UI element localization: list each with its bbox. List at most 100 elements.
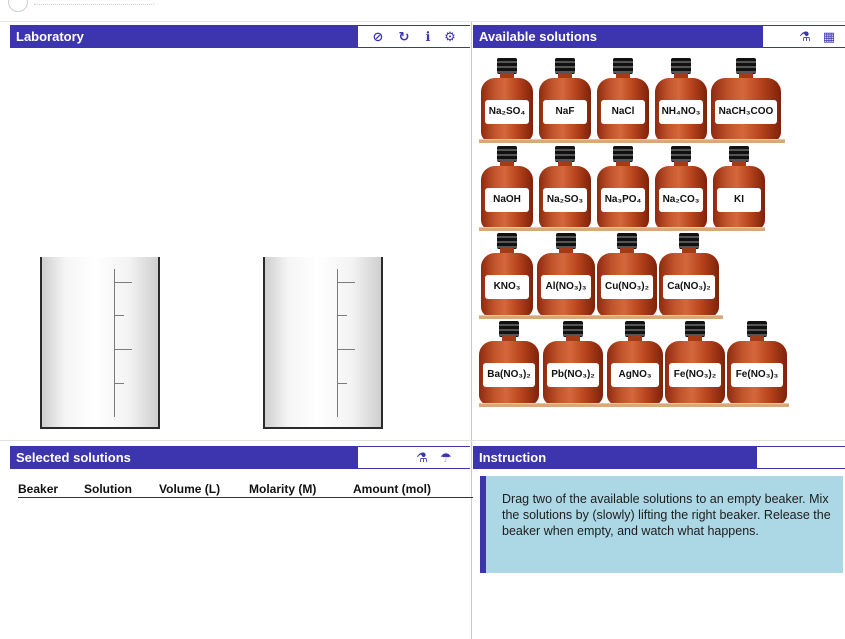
bottle-cap — [555, 58, 575, 74]
column-beaker: Beaker — [18, 482, 59, 496]
bottle-cap — [729, 146, 749, 162]
reset-icon[interactable]: ⊘ — [370, 26, 386, 47]
top-strip — [0, 0, 845, 22]
bottle-label: Fe(NO₃)₂ — [669, 363, 721, 387]
bottle-label: Al(NO₃)₃ — [541, 275, 591, 299]
instruction-box: Drag two of the available solutions to a… — [480, 476, 843, 573]
bottle-label: Na₂SO₃ — [543, 188, 587, 212]
selected-solutions-header: Selected solutions ⚗ ☂ — [10, 446, 470, 469]
bottle-cap — [497, 58, 517, 74]
bottle-na2so4[interactable]: Na₂SO₄ — [481, 58, 533, 142]
table-icon[interactable]: ▦ — [821, 26, 837, 47]
laboratory-header: Laboratory ⊘ ↻ ℹ ⚙ — [10, 25, 470, 48]
bottle-cap — [679, 233, 699, 249]
bottle-label: NaOH — [485, 188, 529, 212]
bottle-feno32[interactable]: Fe(NO₃)₂ — [665, 321, 725, 405]
bottle-cap — [499, 321, 519, 337]
scale-tick — [114, 383, 124, 384]
menu-icon[interactable] — [8, 0, 28, 12]
bottle-label: Na₂CO₃ — [659, 188, 703, 212]
instruction-text: Drag two of the available solutions to a… — [502, 492, 831, 538]
beaker-scale — [337, 269, 338, 417]
bottle-alno33[interactable]: Al(NO₃)₃ — [537, 233, 595, 317]
bottle-label: NaF — [543, 100, 587, 124]
available-solutions-toolbar: ⚗ ▦ — [763, 26, 845, 47]
column-molarity: Molarity (M) — [249, 482, 317, 496]
bottle-kno3[interactable]: KNO₃ — [481, 233, 533, 317]
flask-icon[interactable]: ⚗ — [414, 447, 430, 468]
instruction-title: Instruction — [479, 450, 547, 465]
bottle-na2co3[interactable]: Na₂CO₃ — [655, 146, 707, 230]
bottle-na3po4[interactable]: Na₃PO₄ — [597, 146, 649, 230]
scale-tick — [114, 349, 132, 350]
selected-solutions-table-header: Beaker Solution Volume (L) Molarity (M) … — [18, 482, 473, 498]
bottle-naf[interactable]: NaF — [539, 58, 591, 142]
bottle-cuno32[interactable]: Cu(NO₃)₂ — [597, 233, 657, 317]
settings-icon[interactable]: ⚙ — [442, 26, 458, 47]
bottle-pbno32[interactable]: Pb(NO₃)₂ — [543, 321, 603, 405]
bottle-ki[interactable]: KI — [713, 146, 765, 230]
scale-tick — [114, 315, 124, 316]
bottle-label: Pb(NO₃)₂ — [547, 363, 599, 387]
bottle-cap — [497, 233, 517, 249]
shelf — [479, 315, 723, 319]
shelf — [479, 403, 789, 407]
bottle-cap — [555, 146, 575, 162]
bottle-cap — [563, 321, 583, 337]
info-icon[interactable]: ℹ — [420, 26, 436, 47]
bottle-naoh[interactable]: NaOH — [481, 146, 533, 230]
instruction-panel: Instruction Drag two of the available so… — [473, 446, 845, 639]
selected-solutions-panel: Selected solutions ⚗ ☂ Beaker Solution V… — [10, 446, 473, 639]
flask-icon[interactable]: ⚗ — [797, 26, 813, 47]
bottle-cap — [625, 321, 645, 337]
bottle-cap — [685, 321, 705, 337]
bottle-nach3coo[interactable]: NaCH₃COO — [711, 58, 781, 142]
instruction-header: Instruction — [473, 446, 845, 469]
bottle-label: Na₂SO₄ — [485, 100, 529, 124]
bottle-label: KI — [717, 188, 761, 212]
bottle-nacl[interactable]: NaCl — [597, 58, 649, 142]
instruction-toolbar — [757, 447, 845, 468]
bottle-bano32[interactable]: Ba(NO₃)₂ — [479, 321, 539, 405]
bottle-label: Fe(NO₃)₃ — [731, 363, 783, 387]
available-solutions-title: Available solutions — [479, 29, 597, 44]
bottle-label: NH₄NO₃ — [659, 100, 703, 124]
panel-divider — [471, 22, 472, 639]
bottle-label: Cu(NO₃)₂ — [601, 275, 653, 299]
bottle-cap — [736, 58, 756, 74]
available-solutions-panel: Available solutions ⚗ ▦ Na₂SO₄ NaF NaCl … — [473, 25, 845, 438]
bottle-label: KNO₃ — [485, 275, 529, 299]
bottle-nh4no3[interactable]: NH₄NO₃ — [655, 58, 707, 142]
bottle-cap — [671, 146, 691, 162]
bottle-label: Ca(NO₃)₂ — [663, 275, 715, 299]
refresh-icon[interactable]: ↻ — [396, 26, 412, 47]
scale-tick — [337, 349, 355, 350]
beaker-left[interactable] — [40, 257, 160, 429]
toolbar-fragment — [34, 4, 154, 7]
bottle-label: NaCl — [601, 100, 645, 124]
scale-tick — [114, 282, 132, 283]
bottle-label: Ba(NO₃)₂ — [483, 363, 535, 387]
available-solutions-header: Available solutions ⚗ ▦ — [473, 25, 845, 48]
scale-tick — [337, 383, 347, 384]
bottle-na2so3[interactable]: Na₂SO₃ — [539, 146, 591, 230]
laboratory-toolbar: ⊘ ↻ ℹ ⚙ — [358, 26, 470, 47]
bottle-label: Na₃PO₄ — [601, 188, 645, 212]
beaker-right[interactable] — [263, 257, 383, 429]
column-amount: Amount (mol) — [353, 482, 431, 496]
bottle-cap — [613, 58, 633, 74]
bottle-cap — [747, 321, 767, 337]
umbrella-icon[interactable]: ☂ — [438, 447, 454, 468]
selected-solutions-toolbar: ⚗ ☂ — [358, 447, 470, 468]
bottle-cano32[interactable]: Ca(NO₃)₂ — [659, 233, 719, 317]
bottle-agno3[interactable]: AgNO₃ — [607, 321, 663, 405]
shelf — [479, 227, 765, 231]
bottle-label: AgNO₃ — [611, 363, 659, 387]
bottle-feno33[interactable]: Fe(NO₃)₃ — [727, 321, 787, 405]
shelf — [479, 139, 785, 143]
beaker-scale — [114, 269, 115, 417]
panel-divider-horizontal — [0, 440, 845, 441]
scale-tick — [337, 315, 347, 316]
bottle-label: NaCH₃COO — [715, 100, 777, 124]
bottle-cap — [617, 233, 637, 249]
